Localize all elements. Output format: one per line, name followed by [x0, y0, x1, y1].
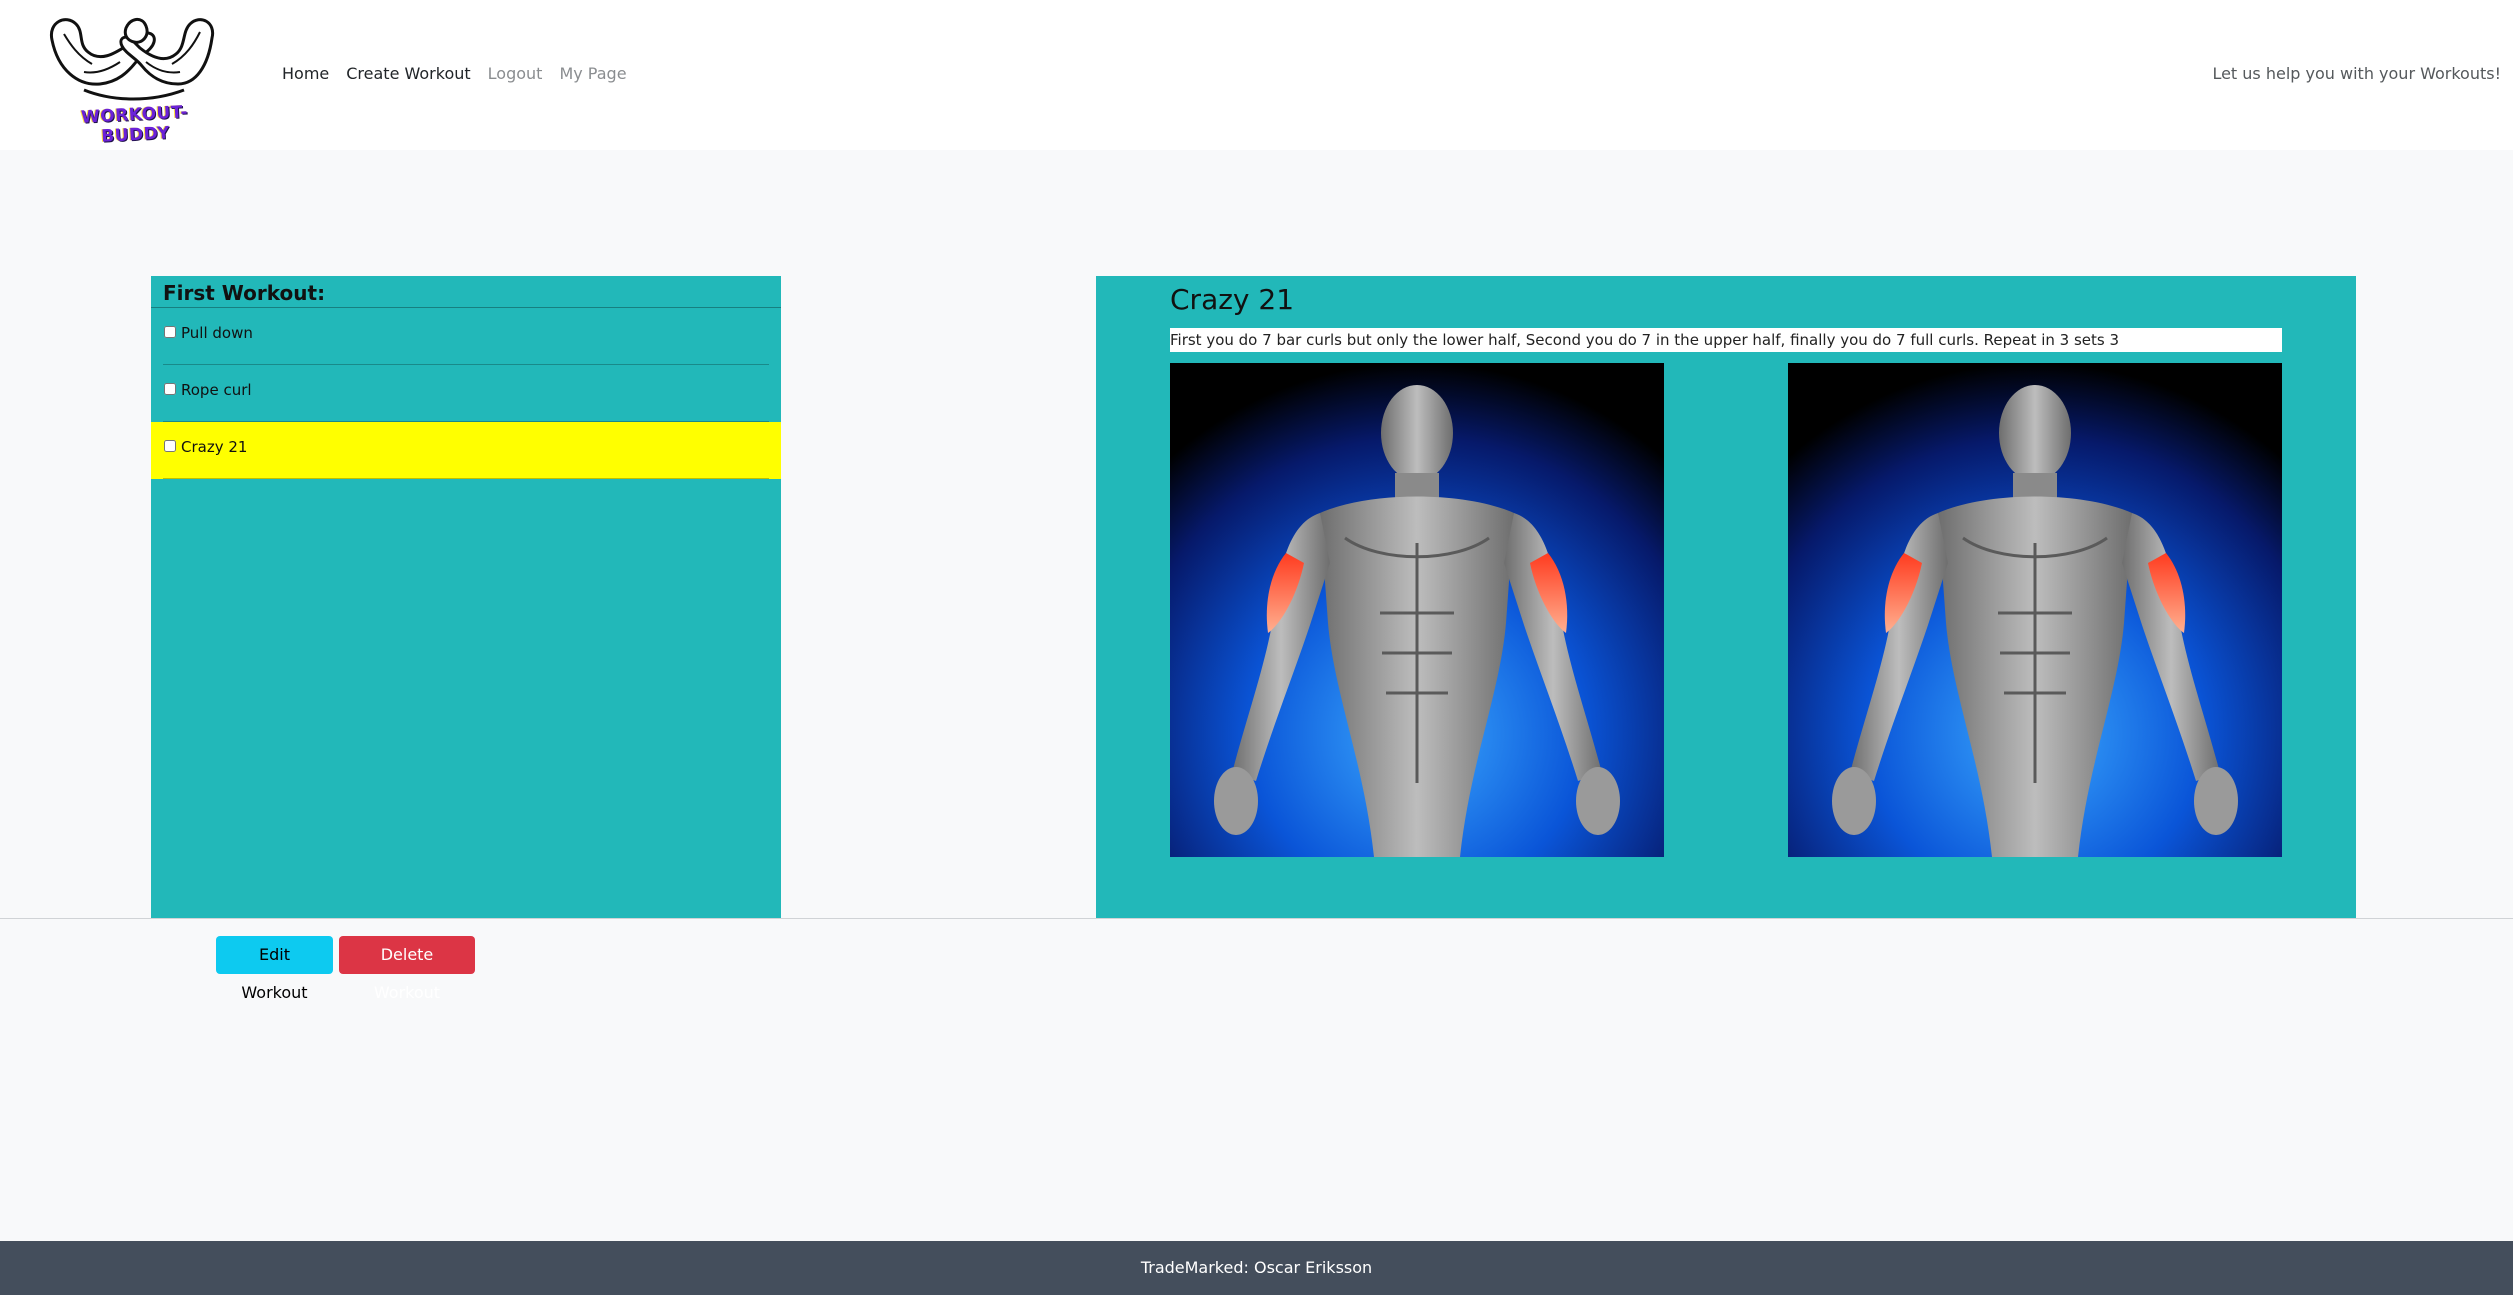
exercise-checkbox-pull-down[interactable]: [164, 326, 176, 338]
exercise-row-crazy-21[interactable]: Crazy 21: [151, 422, 781, 479]
navbar: WORKOUT-BUDDY Home Create Workout Logout…: [0, 0, 2513, 150]
footer-text: TradeMarked: Oscar Eriksson: [1140, 1258, 1373, 1277]
nav-tagline: Let us help you with your Workouts!: [2212, 64, 2501, 83]
exercise-description: First you do 7 bar curls but only the lo…: [1170, 328, 2282, 352]
exercise-detail-panel: Crazy 21 First you do 7 bar curls but on…: [1096, 276, 2356, 919]
nav-link-my-page[interactable]: My Page: [559, 62, 626, 86]
workout-list-panel: First Workout: Pull down Rope curl Crazy…: [151, 276, 781, 919]
biceps-anatomy-image: [1170, 363, 1664, 857]
exercise-checkbox-crazy-21[interactable]: [164, 440, 176, 452]
delete-workout-button[interactable]: Delete Workout: [339, 936, 475, 1002]
biceps-anatomy-image: [1788, 363, 2282, 857]
nav-link-logout[interactable]: Logout: [488, 62, 543, 86]
footer: TradeMarked: Oscar Eriksson: [0, 1241, 2513, 1295]
exercise-label: Pull down: [181, 324, 253, 342]
edit-workout-button[interactable]: Edit Workout: [216, 936, 333, 1002]
exercise-checkbox-rope-curl[interactable]: [164, 383, 176, 395]
workout-title: First Workout:: [151, 276, 781, 308]
exercise-row-rope-curl[interactable]: Rope curl: [151, 365, 781, 422]
logo[interactable]: WORKOUT-BUDDY: [44, 10, 220, 147]
logo-text: WORKOUT-BUDDY: [80, 102, 189, 147]
content-divider: [0, 918, 2513, 919]
nav-link-create-workout[interactable]: Create Workout: [346, 62, 470, 86]
exercise-label: Crazy 21: [181, 438, 248, 456]
exercise-label: Rope curl: [181, 381, 252, 399]
nav-link-home[interactable]: Home: [282, 62, 329, 86]
exercise-title: Crazy 21: [1170, 283, 1295, 316]
nav-links: Home Create Workout Logout My Page: [282, 62, 627, 86]
exercise-row-pull-down[interactable]: Pull down: [151, 308, 781, 365]
